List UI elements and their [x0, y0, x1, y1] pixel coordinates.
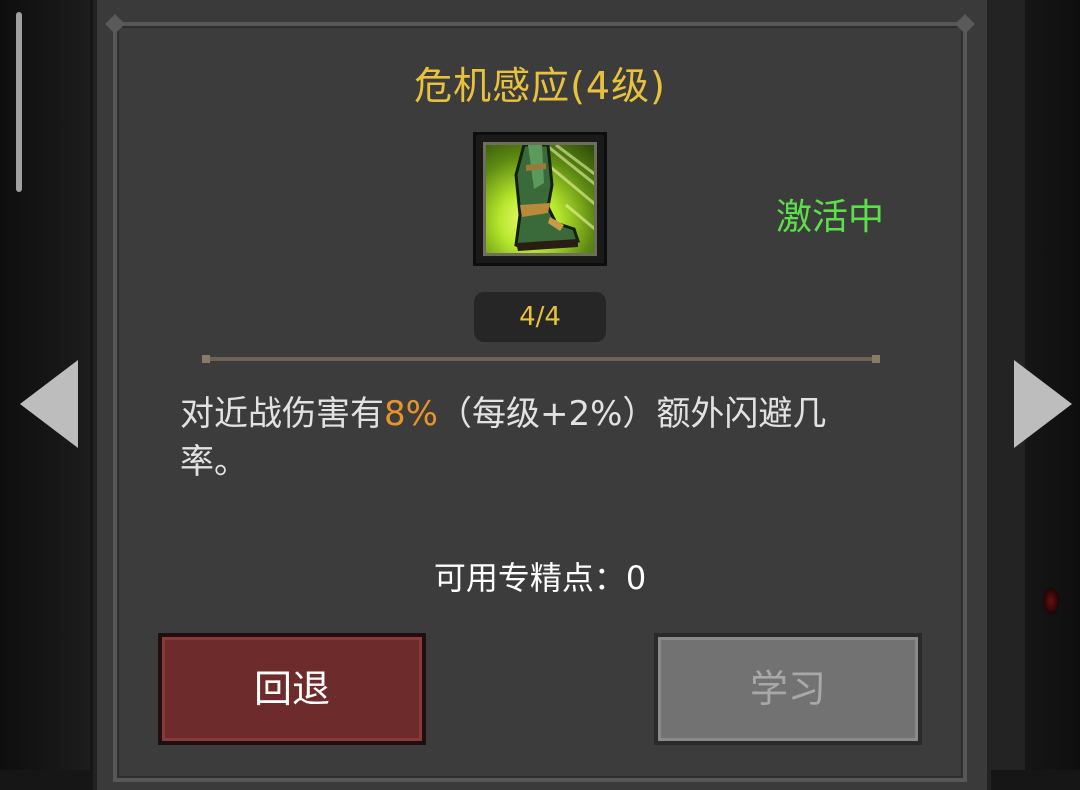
description-text: 对近战伤害有 [180, 394, 384, 434]
status-active: 激活中 [776, 197, 885, 238]
arrow-left-icon[interactable] [20, 360, 78, 448]
available-points: 可用专精点：0 [433, 559, 647, 597]
skill-title: 危机感应(4级) [414, 64, 666, 108]
skill-level-badge: 4/4 [474, 292, 606, 342]
skill-description: 对近战伤害有8%（每级+2%）额外闪避几率。 [180, 390, 880, 486]
back-button[interactable]: 回退 [158, 633, 426, 745]
red-light [1043, 588, 1059, 614]
scrollbar-thumb[interactable] [16, 12, 22, 192]
boot-icon [483, 142, 597, 256]
divider-end [202, 355, 210, 363]
divider [204, 357, 878, 361]
arrow-right-icon[interactable] [1014, 360, 1072, 448]
divider-end [872, 355, 880, 363]
learn-button[interactable]: 学习 [654, 633, 922, 745]
skill-icon-frame[interactable] [473, 132, 607, 266]
description-highlight: 8% [384, 394, 438, 434]
